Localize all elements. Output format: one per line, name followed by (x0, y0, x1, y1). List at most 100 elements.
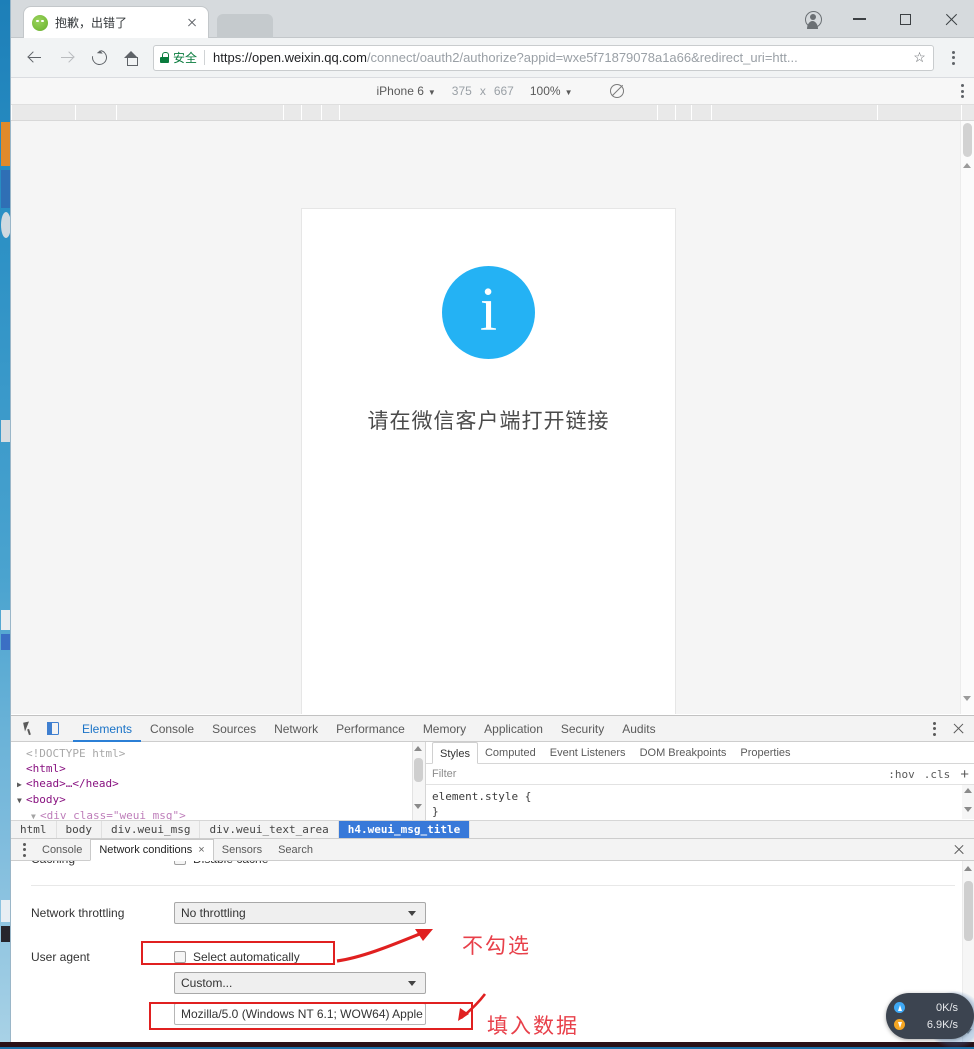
profile-button[interactable] (790, 0, 836, 38)
devtools-menu-icon[interactable] (924, 722, 945, 736)
select-automatically-checkbox[interactable] (174, 951, 186, 963)
dom-line[interactable]: <html> (17, 761, 425, 776)
tab-security[interactable]: Security (552, 716, 613, 742)
scroll-down-arrow-icon[interactable] (414, 804, 422, 809)
chrome-menu-icon[interactable] (940, 51, 966, 65)
hov-toggle[interactable]: :hov (888, 768, 915, 781)
new-style-rule-button[interactable]: + (960, 767, 969, 782)
breadcrumb-item-weui-msg[interactable]: div.weui_msg (102, 821, 200, 838)
tab-console[interactable]: Console (141, 716, 203, 742)
tab-elements[interactable]: Elements (73, 716, 141, 742)
scrollbar-thumb[interactable] (964, 881, 973, 941)
user-agent-preset-select[interactable]: Custom... (174, 972, 426, 994)
scroll-down-arrow-icon[interactable] (964, 807, 972, 812)
drawer-menu-icon[interactable] (15, 843, 34, 857)
home-button[interactable] (115, 42, 147, 74)
address-bar[interactable]: 安全 https://open.weixin.qq.com/connect/oa… (153, 45, 934, 71)
dom-line[interactable]: ▼<div class="weui_msg"> (17, 808, 425, 820)
scroll-up-arrow-icon[interactable] (964, 788, 972, 793)
rotate-icon[interactable] (610, 84, 624, 98)
tab-properties[interactable]: Properties (733, 742, 797, 764)
network-throttling-select-wrap: No throttling (174, 902, 426, 924)
drawer-tab-label: Network conditions (99, 839, 192, 861)
scroll-down-arrow-icon[interactable] (963, 696, 971, 701)
bookmark-star-icon[interactable]: ☆ (912, 50, 927, 65)
reload-button[interactable] (83, 42, 115, 74)
breadcrumb-item-body[interactable]: body (57, 821, 103, 838)
styles-pane: Styles Computed Event Listeners DOM Brea… (426, 742, 974, 820)
devtools-panel: Elements Console Sources Network Perform… (11, 715, 974, 1047)
dom-pane-scrollbar[interactable] (412, 742, 425, 820)
device-toolbar-button[interactable] (41, 717, 65, 741)
breadcrumb-item-html[interactable]: html (11, 821, 57, 838)
dom-line[interactable]: ▶<head>…</head> (17, 776, 425, 792)
back-button[interactable] (19, 42, 51, 74)
dom-breadcrumb: html body div.weui_msg div.weui_text_are… (11, 820, 974, 839)
viewport-scrollbar[interactable] (960, 121, 974, 714)
tab-performance[interactable]: Performance (327, 716, 414, 742)
url-path: /connect/oauth2/authorize?appid=wxe5f718… (367, 50, 798, 65)
devtools-close-icon[interactable] (947, 718, 969, 740)
device-dimension-separator: x (480, 84, 486, 98)
browser-tab[interactable]: 抱歉，出错了 (23, 6, 209, 38)
profile-avatar-icon (805, 11, 822, 28)
chevron-down-icon: ▼ (565, 88, 573, 97)
device-height[interactable]: 667 (494, 84, 514, 98)
caching-label: Caching (31, 861, 174, 866)
zoom-selector[interactable]: 100%▼ (530, 84, 573, 98)
device-width[interactable]: 375 (452, 84, 472, 98)
scroll-up-arrow-icon[interactable] (414, 746, 422, 751)
scroll-up-arrow-icon[interactable] (963, 163, 971, 168)
page-message-title: 请在微信客户端打开链接 (368, 405, 610, 435)
net-speed-download-row: 6.9K/s (894, 1016, 974, 1033)
drawer-tab-search[interactable]: Search (270, 839, 321, 861)
styles-rules: element.style { } (426, 785, 974, 819)
cls-toggle[interactable]: .cls (924, 768, 951, 781)
maximize-button[interactable] (882, 0, 928, 38)
network-throttling-select[interactable]: No throttling (174, 902, 426, 924)
device-selector[interactable]: iPhone 6▼ (377, 84, 436, 98)
style-rule-selector[interactable]: element.style { (432, 789, 969, 804)
drawer-tab-console[interactable]: Console (34, 839, 90, 861)
tab-styles[interactable]: Styles (432, 742, 478, 764)
inspect-element-button[interactable] (17, 717, 41, 741)
tab-sources[interactable]: Sources (203, 716, 265, 742)
dom-line[interactable]: <!DOCTYPE html> (17, 746, 425, 761)
drawer-tab-network-conditions[interactable]: Network conditions × (90, 839, 213, 861)
tab-application[interactable]: Application (475, 716, 552, 742)
web-page-content: i 请在微信客户端打开链接 (301, 208, 676, 714)
device-toolbar-icon (48, 722, 59, 735)
tab-title: 抱歉，出错了 (55, 14, 184, 31)
select-automatically-label: Select automatically (193, 950, 300, 964)
breadcrumb-item-weui-text-area[interactable]: div.weui_text_area (200, 821, 338, 838)
window-close-button[interactable] (928, 0, 974, 38)
minimize-button[interactable] (836, 0, 882, 38)
styles-scrollbar[interactable] (962, 785, 974, 819)
user-agent-label: User agent (31, 950, 174, 964)
disable-cache-checkbox[interactable] (174, 861, 186, 865)
tab-dom-breakpoints[interactable]: DOM Breakpoints (633, 742, 734, 764)
new-tab-button[interactable] (217, 14, 273, 38)
breadcrumb-item-weui-msg-title[interactable]: h4.weui_msg_title (339, 821, 471, 838)
styles-filter-input[interactable]: Filter (432, 768, 879, 780)
scroll-up-arrow-icon[interactable] (964, 866, 972, 871)
dom-tree-pane[interactable]: <!DOCTYPE html> <html> ▶<head>…</head> ▼… (11, 742, 426, 820)
tab-network[interactable]: Network (265, 716, 327, 742)
home-icon (124, 51, 139, 65)
tab-event-listeners[interactable]: Event Listeners (543, 742, 633, 764)
dom-line[interactable]: ▼<body> (17, 792, 425, 808)
device-menu-icon[interactable] (961, 84, 964, 98)
tab-memory[interactable]: Memory (414, 716, 475, 742)
user-agent-string-input[interactable] (174, 1003, 426, 1025)
forward-button[interactable] (51, 42, 83, 74)
scrollbar-thumb[interactable] (414, 758, 423, 782)
drawer-tab-close-icon[interactable]: × (198, 839, 204, 861)
net-speed-widget[interactable]: 0K/s 6.9K/s (886, 993, 974, 1039)
scrollbar-thumb[interactable] (963, 123, 972, 157)
tab-computed[interactable]: Computed (478, 742, 543, 764)
drawer-close-icon[interactable] (951, 842, 967, 858)
tab-close-icon[interactable] (184, 15, 200, 31)
drawer-tab-sensors[interactable]: Sensors (214, 839, 270, 861)
tab-audits[interactable]: Audits (613, 716, 664, 742)
dom-line-text: <!DOCTYPE html> (26, 747, 125, 760)
